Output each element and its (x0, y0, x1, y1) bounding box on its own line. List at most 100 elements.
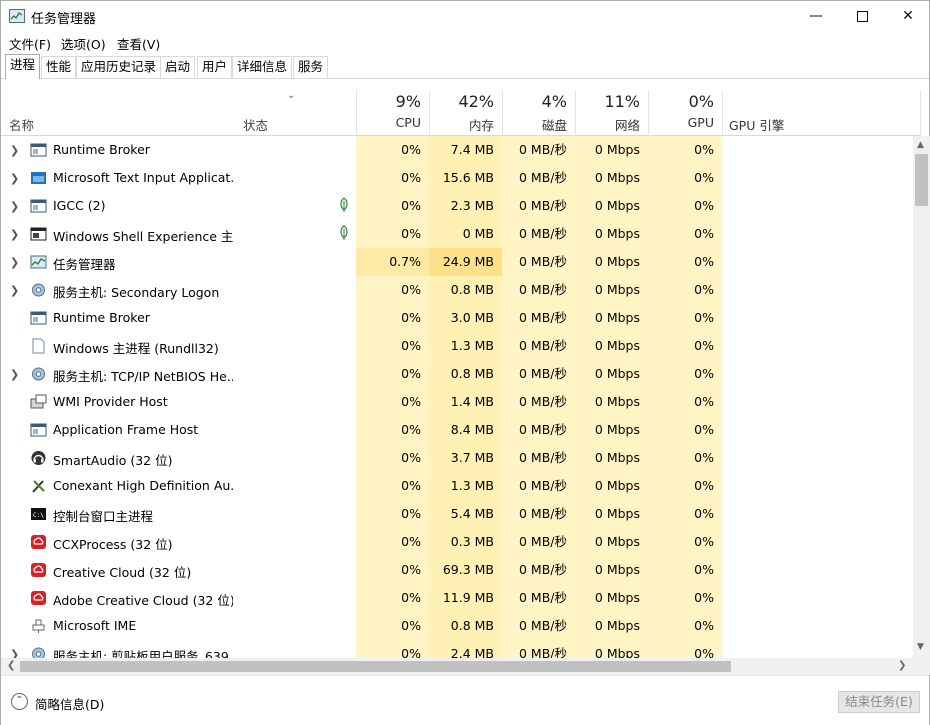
table-row[interactable]: Runtime Broker 0% 3.0 MB 0 MB/秒 0 Mbps 0% (1, 304, 913, 332)
gpu-cell: 0% (648, 416, 722, 444)
expand-chevron-icon[interactable]: ❯ (10, 144, 19, 157)
network-cell: 0 Mbps (575, 500, 648, 528)
disk-cell: 0 MB/秒 (502, 304, 575, 332)
vertical-scroll-thumb[interactable] (915, 154, 928, 206)
expand-chevron-icon[interactable]: ❯ (10, 256, 19, 269)
table-row[interactable]: Microsoft IME 0% 0.8 MB 0 MB/秒 0 Mbps 0% (1, 612, 913, 640)
header-gpu[interactable]: 0% GPU (648, 90, 722, 136)
tab-processes[interactable]: 进程 (5, 54, 41, 79)
memory-cell: 69.3 MB (429, 556, 502, 584)
network-cell: 0 Mbps (575, 360, 648, 388)
process-name: Windows 主进程 (Rundll32) (53, 341, 219, 356)
table-row[interactable]: ❯ Windows Shell Experience 主... 0% 0 MB 0 MB… (1, 220, 913, 248)
expand-chevron-icon[interactable]: ❯ (10, 200, 19, 213)
gpu-cell: 0% (648, 444, 722, 472)
close-button[interactable]: ✕ (885, 1, 930, 31)
vertical-scrollbar[interactable]: ▲ ▼ (913, 136, 930, 658)
table-row[interactable]: Conexant High Definition Au... 0% 1.3 MB 0 … (1, 472, 913, 500)
efficiency-leaf-icon (339, 197, 349, 216)
wmi-icon (30, 394, 47, 410)
window-title: 任务管理器 (31, 12, 97, 27)
tab-users[interactable]: 用户 (197, 56, 233, 78)
header-network[interactable]: 11% 网络 (575, 90, 648, 136)
memory-cell: 3.0 MB (429, 304, 502, 332)
table-row[interactable]: ❯ Runtime Broker 0% 7.4 MB 0 MB/秒 0 Mbps 0% (1, 136, 913, 164)
tab-details[interactable]: 详细信息 (232, 56, 293, 78)
expand-chevron-icon[interactable]: ❯ (10, 368, 19, 381)
table-row[interactable]: Creative Cloud (32 位) 0% 69.3 MB 0 MB/秒 0 Mb… (1, 556, 913, 584)
disk-cell: 0 MB/秒 (502, 416, 575, 444)
scrollbar-corner (913, 658, 930, 675)
tab-startup[interactable]: 启动 (160, 56, 196, 78)
cpu-cell: 0% (356, 220, 429, 248)
scroll-left-icon[interactable]: ❮ (7, 660, 15, 671)
title-bar[interactable]: 任务管理器 — ✕ (1, 1, 929, 31)
header-disk[interactable]: 4% 磁盘 (502, 90, 575, 136)
dark-window-icon (30, 226, 47, 242)
memory-cell: 0.8 MB (429, 360, 502, 388)
table-row[interactable]: WMI Provider Host 0% 1.4 MB 0 MB/秒 0 Mbps 0% (1, 388, 913, 416)
end-task-button[interactable]: 结束任务(E) (838, 691, 920, 713)
tab-performance[interactable]: 性能 (41, 56, 77, 78)
header-gpu-engine[interactable]: GPU 引擎 (722, 90, 921, 136)
table-row[interactable]: SmartAudio (32 位) 0% 3.7 MB 0 MB/秒 0 Mbps 0% (1, 444, 913, 472)
process-name: Conexant High Definition Au... (53, 478, 233, 493)
gpu-cell: 0% (648, 388, 722, 416)
header-memory[interactable]: 42% 内存 (429, 90, 502, 136)
gpu-cell: 0% (648, 640, 722, 658)
header-cpu-percent: 9% (395, 92, 421, 111)
table-row[interactable]: ❯ 服务主机: 剪贴板用户服务_639... 0% 2.4 MB 0 MB/秒 0 Mbp… (1, 640, 913, 658)
process-name: Windows Shell Experience 主... (53, 229, 233, 244)
table-row[interactable]: C:\ 控制台窗口主进程 0% 5.4 MB 0 MB/秒 0 Mbps 0% (1, 500, 913, 528)
network-cell: 0 Mbps (575, 136, 648, 164)
header-cpu[interactable]: 9% CPU (356, 90, 429, 136)
network-cell: 0 Mbps (575, 332, 648, 360)
collapse-chevron-icon[interactable]: ⌃ (11, 693, 28, 710)
table-row[interactable]: Windows 主进程 (Rundll32) 0% 1.3 MB 0 MB/秒 0 Mb… (1, 332, 913, 360)
menu-options[interactable]: 选项(O) (61, 34, 106, 53)
memory-cell: 0.8 MB (429, 612, 502, 640)
table-row[interactable]: ❯ 任务管理器 0.7% 24.9 MB 0 MB/秒 0 Mbps 0% (1, 248, 913, 276)
expand-chevron-icon[interactable]: ❯ (10, 284, 19, 297)
scroll-right-icon[interactable]: ❯ (898, 660, 906, 671)
table-row[interactable]: ❯ IGCC (2) 0% 2.3 MB 0 MB/秒 0 Mbps 0% (1, 192, 913, 220)
header-name[interactable]: 名称 (9, 115, 34, 134)
process-name: WMI Provider Host (53, 394, 168, 409)
table-row[interactable]: CCXProcess (32 位) 0% 0.3 MB 0 MB/秒 0 Mbps 0% (1, 528, 913, 556)
disk-cell: 0 MB/秒 (502, 500, 575, 528)
gpu-cell: 0% (648, 528, 722, 556)
expand-chevron-icon[interactable]: ❯ (10, 228, 19, 241)
horizontal-scroll-thumb[interactable] (20, 661, 731, 672)
expand-chevron-icon[interactable]: ❯ (10, 648, 19, 658)
disk-cell: 0 MB/秒 (502, 584, 575, 612)
fewer-details-link[interactable]: 简略信息(D) (35, 694, 104, 713)
memory-cell: 11.9 MB (429, 584, 502, 612)
cpu-cell: 0% (356, 640, 429, 658)
menu-file[interactable]: 文件(F) (9, 34, 51, 53)
horizontal-scrollbar[interactable]: ❮ ❯ (1, 658, 913, 675)
memory-cell: 1.4 MB (429, 388, 502, 416)
cpu-cell: 0% (356, 472, 429, 500)
menu-view[interactable]: 查看(V) (117, 34, 160, 53)
tab-services[interactable]: 服务 (293, 56, 329, 78)
table-row[interactable]: ❯ 服务主机: Secondary Logon 0% 0.8 MB 0 MB/秒 0 Mb… (1, 276, 913, 304)
header-status[interactable]: 状态 (243, 115, 268, 134)
maximize-icon (856, 10, 868, 22)
sort-chevron-icon: ⌄ (287, 90, 296, 101)
header-memory-label: 内存 (468, 118, 494, 133)
scroll-up-icon[interactable]: ▲ (917, 140, 924, 150)
header-cpu-label: CPU (395, 115, 421, 130)
table-row[interactable]: ❯ Microsoft Text Input Applicat... 0% 15.6 … (1, 164, 913, 192)
tab-app-history[interactable]: 应用历史记录 (76, 56, 162, 78)
header-gpu-percent: 0% (688, 92, 714, 111)
expand-chevron-icon[interactable]: ❯ (10, 172, 19, 185)
minimize-button[interactable]: — (793, 1, 839, 31)
table-row[interactable]: ❯ 服务主机: TCP/IP NetBIOS He... 0% 0.8 MB 0 MB/… (1, 360, 913, 388)
cpu-cell: 0% (356, 556, 429, 584)
table-row[interactable]: Adobe Creative Cloud (32 位) 0% 11.9 MB 0 MB… (1, 584, 913, 612)
scroll-down-icon[interactable]: ▼ (917, 642, 924, 652)
gpu-engine-cell (722, 164, 913, 192)
table-row[interactable]: Application Frame Host 0% 8.4 MB 0 MB/秒 0 Mb… (1, 416, 913, 444)
gpu-cell: 0% (648, 584, 722, 612)
maximize-button[interactable] (839, 1, 885, 31)
